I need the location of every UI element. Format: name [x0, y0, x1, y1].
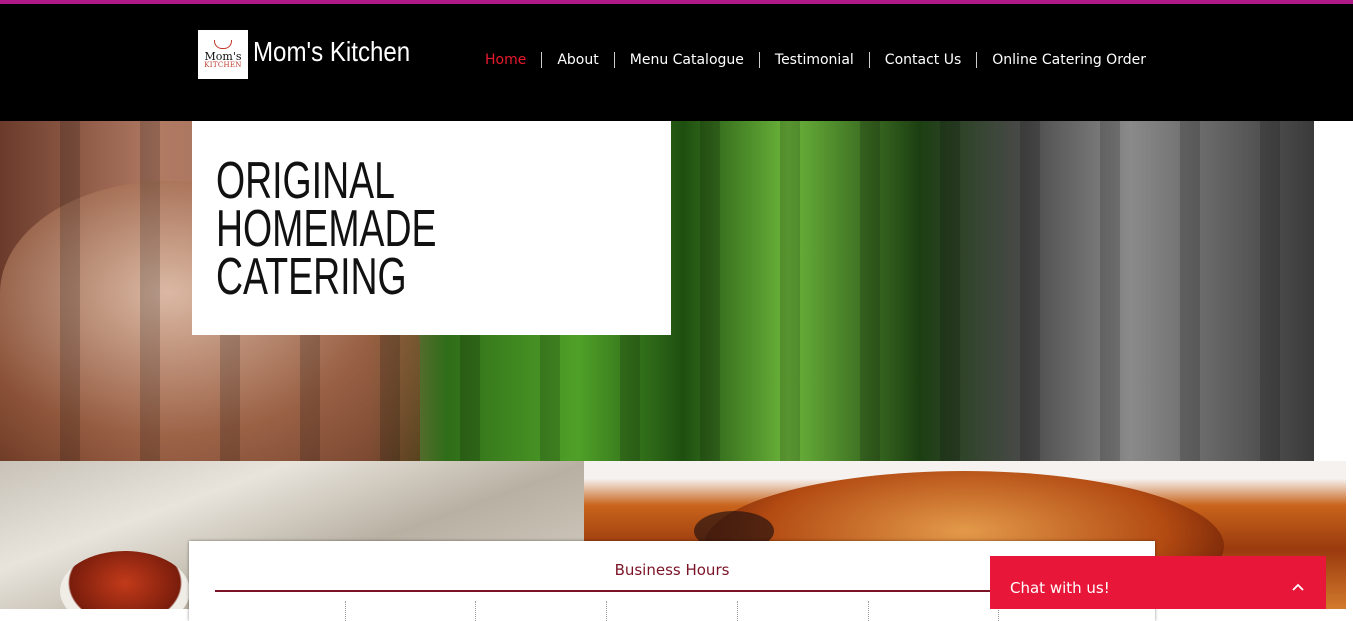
- chat-label: Chat with us!: [1010, 579, 1110, 597]
- hours-column: [869, 601, 1000, 621]
- main-nav: Home About Menu Catalogue Testimonial Co…: [470, 52, 1161, 68]
- nav-item-testimonial[interactable]: Testimonial: [760, 52, 869, 68]
- pot-icon: [214, 40, 232, 49]
- hours-column: [607, 601, 738, 621]
- hours-column: [476, 601, 608, 621]
- chat-widget[interactable]: Chat with us!: [990, 556, 1326, 609]
- hours-column: [738, 601, 869, 621]
- site-title[interactable]: Mom's Kitchen: [253, 36, 410, 68]
- right-gutter: [1314, 121, 1353, 461]
- chevron-up-icon[interactable]: [1291, 580, 1305, 594]
- nav-item-about[interactable]: About: [542, 52, 613, 68]
- hero-text-card: ORIGINAL HOMEMADE CATERING: [192, 121, 671, 335]
- hours-column: [346, 601, 477, 621]
- sauce-bowl: [60, 551, 190, 609]
- nav-item-online-catering-order[interactable]: Online Catering Order: [977, 52, 1161, 68]
- hours-column: [215, 601, 346, 621]
- nav-item-home[interactable]: Home: [470, 52, 541, 68]
- nav-item-menu-catalogue[interactable]: Menu Catalogue: [615, 52, 759, 68]
- hero-title: ORIGINAL HOMEMADE CATERING: [216, 152, 437, 306]
- logo[interactable]: Mom's KITCHEN: [198, 30, 248, 79]
- nav-item-contact-us[interactable]: Contact Us: [870, 52, 976, 68]
- site-header: Mom's KITCHEN Mom's Kitchen Home About M…: [0, 4, 1353, 121]
- logo-text-line2: KITCHEN: [204, 61, 242, 69]
